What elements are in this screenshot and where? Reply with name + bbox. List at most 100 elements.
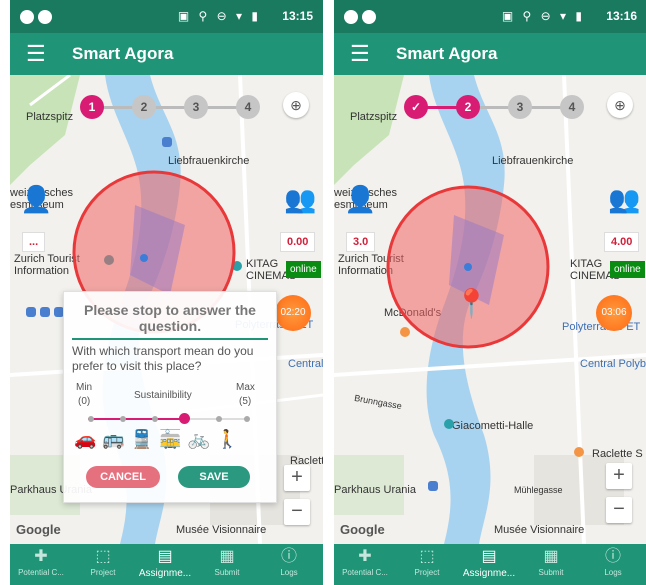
zoom-in-button[interactable]: + [606, 463, 632, 489]
minus-icon: − [291, 500, 303, 522]
online-status: online [610, 261, 645, 278]
info-icon: ⓘ [604, 548, 621, 565]
countdown-timer: 02:20 [275, 295, 311, 331]
nav-potential[interactable]: ✚ Potential C... [334, 544, 396, 585]
user-location-dot [140, 254, 148, 262]
slider-max-value: (5) [239, 396, 252, 407]
status-bar: ▣ ⚲ ⊖ ▾ ▮ 13:15 [10, 0, 323, 33]
cursor-icon: ⬚ [95, 548, 111, 565]
map-pin-icon[interactable]: 📍 [454, 287, 489, 320]
slider-center-label: Sustainilbility [134, 390, 192, 401]
google-logo: Google [340, 522, 385, 537]
phone-screen-left: ▣ ⚲ ⊖ ▾ ▮ 13:15 ☰ Smart Agora 1 2 3 4 ⊕ … [10, 0, 323, 585]
record-icon [362, 9, 376, 24]
nav-label: Logs [604, 568, 622, 577]
nav-logs[interactable]: ⓘ Logs [582, 544, 644, 585]
status-time: 13:15 [282, 9, 313, 23]
cursor-icon: ⬚ [419, 548, 435, 565]
slider-tick [152, 416, 158, 422]
nav-label: Submit [214, 568, 240, 577]
plus-icon: + [291, 466, 303, 488]
dialog-title: Please stop to answer the question. [84, 302, 256, 334]
hamburger-icon[interactable]: ☰ [350, 41, 370, 67]
sustainability-slider[interactable] [88, 413, 250, 424]
bus-icon[interactable]: 🚌 [102, 429, 130, 449]
slider-fill [88, 418, 185, 420]
nav-label: Potential C... [18, 568, 64, 577]
app-bar: ☰ Smart Agora [334, 33, 646, 75]
zoom-out-button[interactable]: − [606, 497, 632, 523]
countdown-timer: 03:06 [596, 295, 632, 331]
user-location-dot [464, 263, 472, 271]
dialog-divider [72, 338, 268, 340]
nav-label: Project [414, 568, 440, 577]
notification-icon [20, 9, 34, 24]
nav-label: Project [90, 568, 116, 577]
save-button[interactable]: SAVE [178, 466, 250, 488]
nav-assignment[interactable]: ▤ Assignme... [134, 544, 196, 585]
status-right-icons: ▣ ⚲ ⊖ ▾ ▮ [501, 9, 585, 23]
cancel-button[interactable]: CANCEL [86, 466, 160, 488]
hamburger-icon[interactable]: ☰ [26, 41, 46, 67]
group-icon: 👥 [608, 184, 641, 214]
train-icon[interactable]: 🚆 [131, 429, 159, 449]
plus-icon: + [613, 464, 625, 486]
right-score: 4.00 [604, 232, 640, 252]
google-logo: Google [16, 522, 61, 537]
slider-min-label: Min [76, 382, 93, 393]
left-score: 3.0 [346, 232, 376, 252]
app-title: Smart Agora [72, 44, 174, 63]
person-icon: 👤 [344, 184, 377, 214]
bottom-navigation: ✚ Potential C... ⬚ Project ▤ Assignme... ▦ S… [10, 544, 323, 585]
right-score: 0.00 [280, 232, 316, 252]
plus-icon: ✚ [358, 548, 372, 565]
plus-icon: ✚ [34, 548, 48, 565]
info-icon: ⓘ [280, 548, 297, 565]
status-left-icons [344, 9, 380, 24]
record-icon [38, 9, 52, 24]
walking-icon[interactable]: 🚶 [216, 429, 244, 449]
zoom-in-button[interactable]: + [284, 465, 310, 491]
bicycle-icon[interactable]: 🚲 [188, 429, 216, 449]
phone-screen-right: ▣ ⚲ ⊖ ▾ ▮ 13:16 ☰ Smart Agora ✓ 2 3 4 ⊕ … [334, 0, 646, 585]
status-time: 13:16 [606, 9, 637, 23]
submit-icon: ▦ [219, 548, 235, 565]
question-dialog: Please stop to answer the question. With… [63, 291, 277, 503]
car-icon[interactable]: 🚗 [74, 429, 102, 449]
app-title: Smart Agora [396, 44, 498, 63]
status-right-icons: ▣ ⚲ ⊖ ▾ ▮ [177, 9, 261, 23]
slider-tick [88, 416, 94, 422]
nav-assignment[interactable]: ▤ Assignme... [458, 544, 520, 585]
nav-project[interactable]: ⬚ Project [72, 544, 134, 585]
nav-project[interactable]: ⬚ Project [396, 544, 458, 585]
dialog-question: With which transport mean do you prefer … [72, 344, 254, 373]
nav-label: Assignme... [462, 568, 516, 579]
nav-label: Assignme... [138, 568, 192, 579]
slider-tick [120, 416, 126, 422]
nav-label: Submit [538, 568, 564, 577]
status-left-icons [20, 9, 56, 24]
online-status: online [286, 261, 321, 278]
bottom-navigation: ✚ Potential C... ⬚ Project ▤ Assignme... ▦ S… [334, 544, 646, 585]
app-bar: ☰ Smart Agora [10, 33, 323, 75]
person-icon: 👤 [20, 184, 53, 214]
nav-submit[interactable]: ▦ Submit [196, 544, 258, 585]
submit-icon: ▦ [543, 548, 559, 565]
slider-tick [244, 416, 250, 422]
slider-max-label: Max [236, 382, 255, 393]
status-bar: ▣ ⚲ ⊖ ▾ ▮ 13:16 [334, 0, 646, 33]
nav-potential[interactable]: ✚ Potential C... [10, 544, 72, 585]
assignment-icon: ▤ [481, 548, 497, 565]
assignment-icon: ▤ [157, 548, 173, 565]
tram-icon[interactable]: 🚋 [159, 429, 187, 449]
notification-icon [344, 9, 358, 24]
minus-icon: − [613, 498, 625, 520]
map-view[interactable]: ✓ 2 3 4 ⊕ Platzspitz Liebfrauenkirche we… [334, 75, 646, 544]
zoom-out-button[interactable]: − [284, 499, 310, 525]
nav-label: Potential C... [342, 568, 388, 577]
slider-min-value: (0) [78, 396, 91, 407]
nav-logs[interactable]: ⓘ Logs [258, 544, 320, 585]
slider-thumb[interactable] [179, 413, 190, 424]
slider-tick [216, 416, 222, 422]
nav-submit[interactable]: ▦ Submit [520, 544, 582, 585]
